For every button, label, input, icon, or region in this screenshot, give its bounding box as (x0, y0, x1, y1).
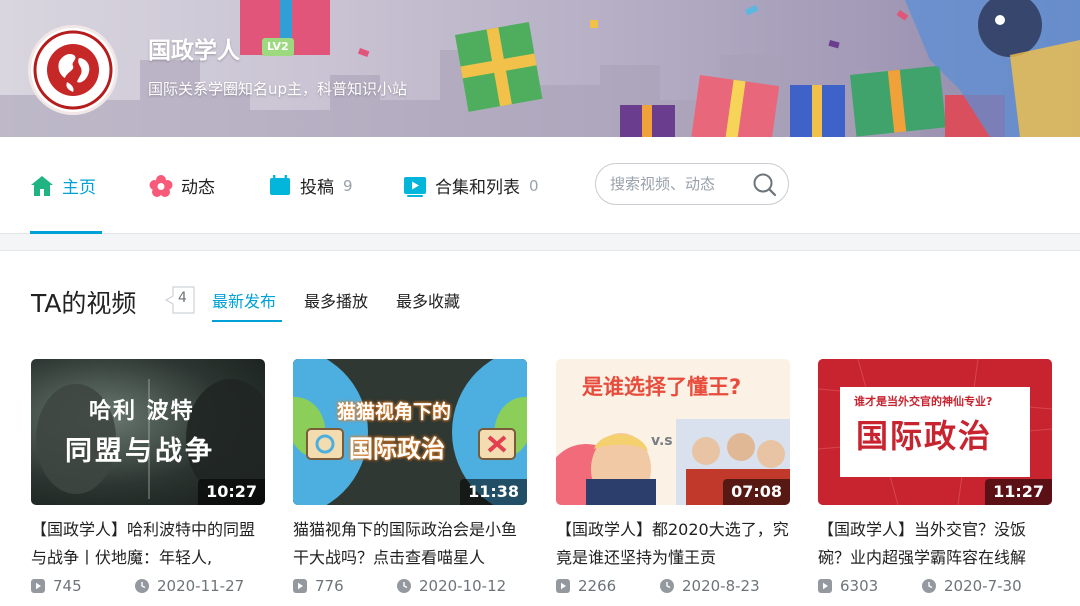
video-thumbnail[interactable]: 是谁选择了懂王? v.s 07:08 (556, 359, 790, 505)
video-duration: 07:08 (723, 479, 790, 505)
play-count-icon (818, 579, 832, 593)
active-tab-indicator (30, 231, 102, 234)
collection-icon (403, 174, 427, 198)
video-title[interactable]: 【国政学人】都2020大选了，究竟是谁还坚持为懂王贡 (556, 516, 792, 572)
section-title: TA的视频 (31, 289, 137, 318)
dynamic-icon (149, 174, 173, 198)
gift-box (790, 85, 845, 137)
tab-label: 动态 (181, 178, 215, 198)
videos-section: TA的视频 4 最新发布 最多播放 最多收藏 哈利 波特 同盟与战争 10:27… (0, 250, 1080, 606)
play-count: 776 (315, 577, 344, 595)
video-count: 4 (178, 290, 187, 306)
profile-nav: 主页 动态 投稿 9 合集和列表 0 搜索视频、动态 (0, 137, 1080, 234)
video-title[interactable]: 【国政学人】当外交官？没饭碗？业内超强学霸阵容在线解 (818, 516, 1054, 572)
thumbnail-text: 谁才是当外交官的神仙专业? (854, 395, 993, 408)
tab-uploads[interactable]: 投稿 9 (268, 137, 353, 234)
search-box[interactable] (595, 163, 789, 205)
play-count-icon (556, 579, 570, 593)
play-count-icon (31, 579, 45, 593)
publish-date: 2020-11-27 (157, 577, 245, 595)
tab-label: 合集和列表 (435, 178, 520, 198)
video-count-badge: 4 (164, 286, 196, 314)
gift-box (620, 105, 675, 137)
thumbnail-text: 国际政治 (856, 417, 993, 455)
gift-box (691, 75, 780, 137)
avatar[interactable] (28, 25, 118, 115)
thumbnail-text: v.s (651, 433, 673, 449)
publish-date: 2020-7-30 (944, 577, 1022, 595)
clock-icon (922, 579, 936, 593)
gift-box (850, 65, 946, 137)
publish-date: 2020-8-23 (682, 577, 760, 595)
search-icon[interactable] (752, 172, 778, 198)
home-icon (30, 174, 54, 198)
sort-most-played[interactable]: 最多播放 (304, 288, 368, 312)
thumbnail-text: 国际政治 (349, 435, 445, 463)
video-thumbnail[interactable]: 哈利 波特 同盟与战争 10:27 (31, 359, 265, 505)
video-meta: 2266 2020-8-23 (556, 577, 792, 599)
video-card[interactable]: 哈利 波特 同盟与战争 10:27 【国政学人】哈利波特中的同盟与战争丨伏地魔：… (31, 359, 267, 595)
tab-label: 主页 (62, 178, 96, 198)
upload-icon (268, 174, 292, 198)
logo-seal-icon (32, 29, 114, 111)
level-badge: LV2 (262, 38, 294, 56)
user-signature: 国际关系学圈知名up主，科普知识小站 (148, 80, 408, 98)
banner-illustration (0, 0, 1080, 137)
play-count: 6303 (840, 577, 879, 595)
video-title[interactable]: 【国政学人】哈利波特中的同盟与战争丨伏地魔：年轻人, (31, 516, 267, 572)
sort-latest[interactable]: 最新发布 (212, 288, 276, 312)
video-thumbnail[interactable]: 猫猫视角下的 国际政治 11:38 (293, 359, 527, 505)
username[interactable]: 国政学人 (148, 31, 240, 65)
play-count-icon (293, 579, 307, 593)
thumbnail-text: 哈利 波特 (89, 399, 195, 424)
video-duration: 11:27 (985, 479, 1052, 505)
video-card[interactable]: 谁才是当外交官的神仙专业? 国际政治 11:27 【国政学人】当外交官？没饭碗？… (818, 359, 1054, 595)
tab-home[interactable]: 主页 (30, 137, 96, 234)
video-duration: 10:27 (198, 479, 265, 505)
video-title[interactable]: 猫猫视角下的国际政治会是小鱼干大战吗？点击查看喵星人 (293, 516, 529, 572)
video-duration: 11:38 (460, 479, 527, 505)
play-count: 745 (53, 577, 82, 595)
play-count: 2266 (578, 577, 617, 595)
sort-most-favorited[interactable]: 最多收藏 (396, 288, 460, 312)
thumbnail-text: 猫猫视角下的 (337, 401, 452, 423)
tab-dynamic[interactable]: 动态 (149, 137, 215, 234)
clock-icon (660, 579, 674, 593)
video-card[interactable]: 是谁选择了懂王? v.s 07:08 【国政学人】都2020大选了，究竟是谁还坚… (556, 359, 792, 595)
profile-banner: 国政学人 LV2 国际关系学圈知名up主，科普知识小站 (0, 0, 1080, 137)
clock-icon (135, 579, 149, 593)
video-meta: 776 2020-10-12 (293, 577, 529, 599)
active-sort-indicator (212, 320, 282, 322)
search-input[interactable] (610, 173, 750, 195)
video-meta: 6303 2020-7-30 (818, 577, 1054, 599)
video-card[interactable]: 猫猫视角下的 国际政治 11:38 猫猫视角下的国际政治会是小鱼干大战吗？点击查… (293, 359, 529, 595)
thumbnail-text: 同盟与战争 (65, 436, 215, 467)
publish-date: 2020-10-12 (419, 577, 507, 595)
video-thumbnail[interactable]: 谁才是当外交官的神仙专业? 国际政治 11:27 (818, 359, 1052, 505)
tab-count: 0 (529, 176, 539, 195)
thumbnail-text: 是谁选择了懂王? (582, 375, 742, 399)
tab-label: 投稿 (300, 178, 334, 198)
video-meta: 745 2020-11-27 (31, 577, 267, 599)
tab-count: 9 (343, 176, 353, 195)
tab-collections[interactable]: 合集和列表 0 (403, 137, 539, 234)
clock-icon (397, 579, 411, 593)
gift-box (455, 21, 543, 112)
